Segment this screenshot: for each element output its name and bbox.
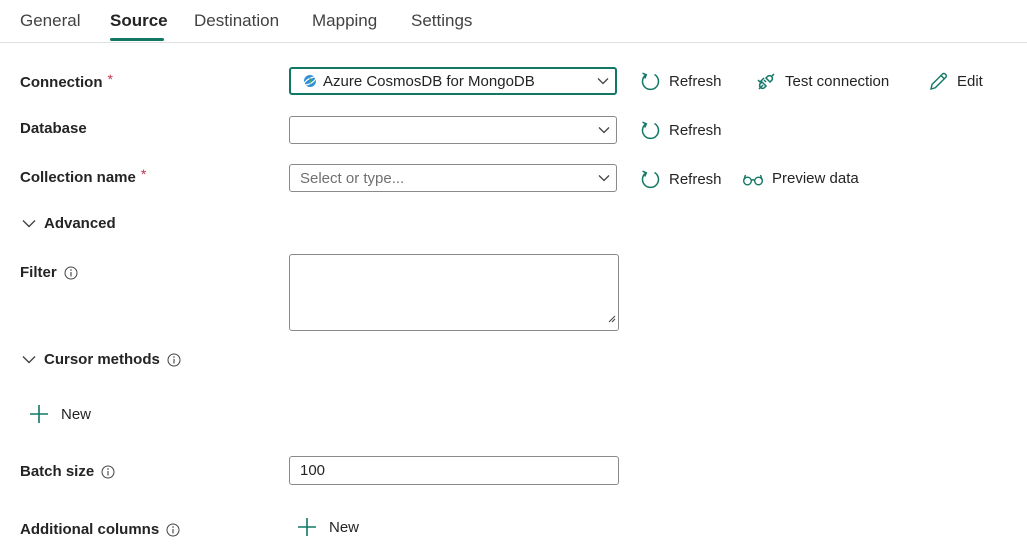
add-cursor-method-button[interactable]: New: [29, 404, 91, 424]
glasses-icon: [743, 174, 763, 186]
connection-label: Connection *: [20, 71, 113, 93]
filter-textarea[interactable]: [289, 254, 619, 331]
database-dropdown[interactable]: [289, 116, 617, 144]
database-refresh-button[interactable]: Refresh: [640, 120, 722, 141]
additional-columns-label-text: Additional columns: [20, 521, 160, 538]
active-tab-indicator: [110, 38, 164, 41]
tab-settings[interactable]: Settings: [411, 10, 472, 32]
collection-label-text: Collection name: [20, 169, 136, 186]
plug-test-icon: [757, 73, 775, 90]
add-additional-column-button[interactable]: New: [297, 517, 359, 537]
required-marker: *: [107, 71, 113, 87]
batch-size-value: 100: [300, 462, 326, 479]
pencil-icon: [930, 72, 948, 90]
test-connection-button[interactable]: Test connection: [755, 71, 889, 93]
resize-grip-icon[interactable]: [607, 310, 616, 328]
preview-data-button[interactable]: Preview data: [742, 169, 859, 189]
tab-bar: General Source Destination Mapping Setti…: [0, 0, 1027, 43]
database-label-text: Database: [20, 120, 87, 137]
connection-dropdown[interactable]: Azure CosmosDB for MongoDB: [289, 67, 617, 95]
additional-columns-label: Additional columns: [20, 520, 180, 540]
batch-size-label-text: Batch size: [20, 463, 95, 480]
batch-size-label: Batch size: [20, 462, 115, 482]
advanced-section-toggle[interactable]: Advanced: [22, 215, 116, 232]
chevron-down-icon: [591, 77, 615, 85]
info-icon[interactable]: [167, 353, 181, 367]
chevron-down-icon: [592, 174, 616, 182]
collection-label: Collection name *: [20, 166, 146, 188]
database-refresh-label: Refresh: [669, 121, 722, 139]
connection-refresh-button[interactable]: Refresh: [640, 71, 722, 92]
info-icon[interactable]: [101, 465, 115, 479]
collection-refresh-label: Refresh: [669, 170, 722, 188]
refresh-icon: [641, 121, 660, 140]
filter-label: Filter: [20, 263, 78, 283]
edit-connection-label: Edit: [957, 72, 983, 90]
add-cursor-method-label: New: [61, 405, 92, 423]
filter-label-text: Filter: [20, 264, 57, 281]
refresh-icon: [641, 72, 660, 91]
collection-refresh-button[interactable]: Refresh: [640, 169, 722, 190]
tab-mapping[interactable]: Mapping: [312, 10, 377, 32]
chevron-down-icon: [22, 219, 36, 228]
collection-name-combobox[interactable]: Select or type...: [289, 164, 617, 192]
tab-destination[interactable]: Destination: [194, 10, 279, 32]
required-marker: *: [140, 166, 147, 182]
connection-value: Azure CosmosDB for MongoDB: [323, 72, 535, 90]
edit-connection-button[interactable]: Edit: [928, 71, 983, 92]
info-icon[interactable]: [166, 523, 180, 537]
database-label: Database: [20, 119, 87, 139]
batch-size-input[interactable]: 100: [289, 456, 619, 485]
test-connection-label: Test connection: [785, 73, 890, 90]
add-additional-column-label: New: [329, 518, 360, 536]
preview-data-label: Preview data: [772, 170, 859, 187]
cursor-methods-label: Cursor methods: [44, 351, 160, 368]
tab-source[interactable]: Source: [110, 10, 168, 32]
chevron-down-icon: [592, 126, 616, 134]
source-settings-page: General Source Destination Mapping Setti…: [0, 0, 1027, 558]
refresh-icon: [641, 170, 660, 189]
connection-refresh-label: Refresh: [669, 72, 722, 90]
plus-icon: [298, 518, 316, 536]
tab-general[interactable]: General: [20, 10, 80, 32]
plus-icon: [30, 405, 48, 423]
connection-label-text: Connection: [20, 74, 103, 91]
advanced-label: Advanced: [44, 215, 116, 232]
info-icon[interactable]: [64, 266, 78, 280]
collection-placeholder: Select or type...: [300, 169, 405, 187]
chevron-down-icon: [22, 355, 36, 364]
cursor-methods-section-toggle[interactable]: Cursor methods: [22, 351, 181, 368]
